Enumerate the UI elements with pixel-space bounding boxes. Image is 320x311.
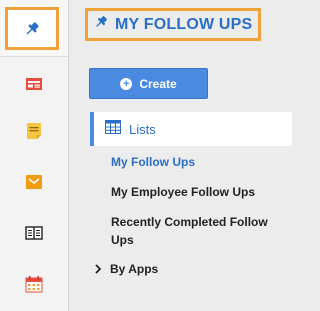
lists-section-header[interactable]: Lists xyxy=(90,112,292,146)
sidebar-item-calendar[interactable] xyxy=(0,257,68,311)
sidebar-item-mail[interactable] xyxy=(0,155,68,210)
app-window: MY FOLLOW UPS + Create Lists My Follow U… xyxy=(0,0,299,311)
list-item-recently-completed-follow-ups[interactable]: Recently Completed Follow Ups xyxy=(111,213,291,249)
mail-icon xyxy=(25,174,43,190)
create-button[interactable]: + Create xyxy=(89,68,208,99)
note-icon xyxy=(26,122,42,140)
sidebar-item-notes[interactable] xyxy=(0,104,68,159)
pin-icon xyxy=(23,20,41,38)
main-panel: MY FOLLOW UPS + Create Lists My Follow U… xyxy=(69,0,299,311)
lists-header-label: Lists xyxy=(129,121,156,137)
sidebar-item-book[interactable] xyxy=(0,206,68,261)
list-grid-icon xyxy=(105,119,121,139)
list-item-my-follow-ups[interactable]: My Follow Ups xyxy=(111,153,291,171)
page-title-text: MY FOLLOW UPS xyxy=(115,15,253,33)
by-apps-group[interactable]: By Apps xyxy=(93,262,158,276)
book-icon xyxy=(25,225,43,241)
chevron-right-icon xyxy=(93,264,103,274)
page-title: MY FOLLOW UPS xyxy=(85,8,261,41)
by-apps-label: By Apps xyxy=(110,262,159,276)
calendar-icon xyxy=(25,275,43,293)
sidebar-rail xyxy=(0,0,69,311)
sidebar-item-follow-ups[interactable] xyxy=(5,7,59,50)
presentation-icon xyxy=(25,76,43,92)
list-item-my-employee-follow-ups[interactable]: My Employee Follow Ups xyxy=(111,183,291,201)
plus-circle-icon: + xyxy=(120,77,133,90)
pin-icon xyxy=(93,14,109,35)
create-button-label: Create xyxy=(139,76,177,91)
